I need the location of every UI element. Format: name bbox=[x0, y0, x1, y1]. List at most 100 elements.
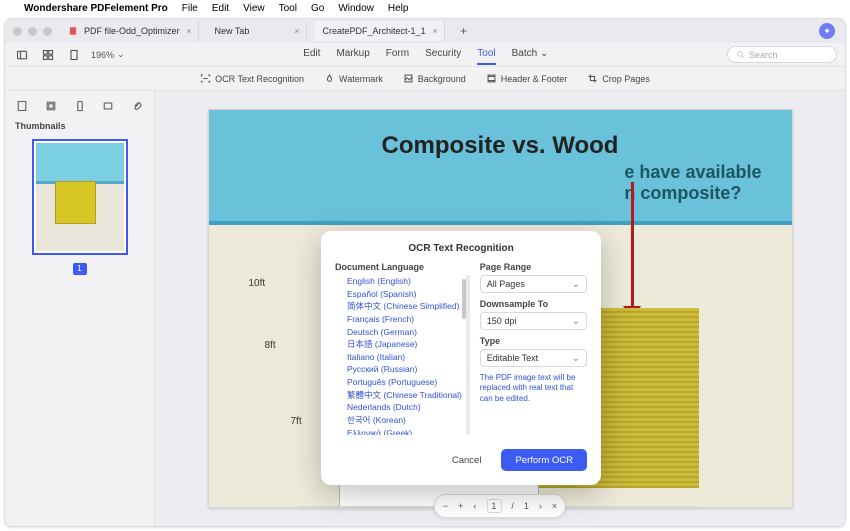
ocr-button[interactable]: OCR Text Recognition bbox=[200, 73, 304, 84]
lang-option[interactable]: Deutsch (German) bbox=[335, 326, 462, 339]
search-icon bbox=[736, 50, 745, 59]
tab-document-1[interactable]: PDF file-Odd_Optimizer × bbox=[60, 21, 199, 41]
zoom-level[interactable]: 196% ⌄ bbox=[91, 49, 125, 60]
thumbnails-panel-icon[interactable] bbox=[15, 99, 29, 113]
zoom-in-button[interactable]: + bbox=[458, 501, 463, 511]
cancel-button[interactable]: Cancel bbox=[440, 449, 494, 471]
grid-view-icon[interactable] bbox=[39, 46, 57, 64]
language-list[interactable]: English (English) Español (Spanish) 简体中文… bbox=[335, 275, 470, 435]
page-title: Composite vs. Wood bbox=[209, 110, 792, 160]
dimension-8ft: 8ft bbox=[265, 340, 276, 351]
ocr-dialog: OCR Text Recognition Document Language E… bbox=[321, 231, 601, 485]
background-icon bbox=[403, 73, 414, 84]
bookmarks-panel-icon[interactable] bbox=[44, 99, 58, 113]
header-footer-label: Header & Footer bbox=[501, 74, 568, 84]
page-range-select[interactable]: All Pages bbox=[480, 275, 587, 293]
lang-option[interactable]: 한국어 (Korean) bbox=[335, 414, 462, 427]
current-page-input[interactable]: 1 bbox=[486, 499, 501, 513]
window-controls[interactable] bbox=[13, 27, 52, 36]
page-navigator: − + ‹ 1 / 1 › × bbox=[434, 494, 566, 518]
watermark-button[interactable]: Watermark bbox=[324, 73, 383, 84]
menu-tabs: Edit Markup Form Security Tool Batch ⌄ bbox=[303, 44, 548, 65]
app-name: Wondershare PDFelement Pro bbox=[24, 3, 168, 14]
zoom-out-button[interactable]: − bbox=[443, 501, 448, 511]
downsample-select[interactable]: 150 dpi bbox=[480, 312, 587, 330]
perform-ocr-button[interactable]: Perform OCR bbox=[501, 449, 587, 471]
page-layout-icon[interactable] bbox=[65, 46, 83, 64]
app-window: PDF file-Odd_Optimizer × New Tab × Creat… bbox=[4, 18, 846, 527]
search-input[interactable]: Search bbox=[727, 46, 837, 63]
type-hint: The PDF image text will be replaced with… bbox=[480, 373, 587, 404]
type-value: Editable Text bbox=[487, 353, 538, 363]
close-tab-icon[interactable]: × bbox=[432, 26, 437, 36]
menu-tool[interactable]: Tool bbox=[279, 3, 297, 14]
header-footer-icon bbox=[486, 73, 497, 84]
lang-option[interactable]: 简体中文 (Chinese Simplified) bbox=[335, 300, 462, 313]
tool-subtoolbar: OCR Text Recognition Watermark Backgroun… bbox=[5, 67, 845, 91]
menu-go[interactable]: Go bbox=[311, 3, 324, 14]
page-subtitle: e have availablen composite? bbox=[624, 162, 761, 204]
menu-help[interactable]: Help bbox=[388, 3, 409, 14]
type-label: Type bbox=[480, 336, 587, 346]
lang-option[interactable]: Português (Portuguese) bbox=[335, 376, 462, 389]
close-nav-button[interactable]: × bbox=[552, 501, 557, 511]
lang-option[interactable]: Русский (Russian) bbox=[335, 363, 462, 376]
lang-option[interactable]: Nederlands (Dutch) bbox=[335, 401, 462, 414]
user-avatar[interactable]: ✦ bbox=[819, 23, 835, 39]
close-tab-icon[interactable]: × bbox=[294, 26, 299, 36]
lang-option[interactable]: Ελληνικά (Greek) bbox=[335, 427, 462, 436]
tab-label: New Tab bbox=[215, 26, 250, 36]
page-range-label: Page Range bbox=[480, 262, 587, 272]
menutab-batch[interactable]: Batch ⌄ bbox=[512, 44, 549, 65]
lang-option[interactable]: Italiano (Italian) bbox=[335, 351, 462, 364]
mobile-panel-icon[interactable] bbox=[73, 99, 87, 113]
type-select[interactable]: Editable Text bbox=[480, 349, 587, 367]
lang-option[interactable]: Español (Spanish) bbox=[335, 288, 462, 301]
page-thumbnail[interactable] bbox=[32, 139, 128, 255]
menu-window[interactable]: Window bbox=[338, 3, 374, 14]
menutab-security[interactable]: Security bbox=[425, 44, 461, 65]
downsample-label: Downsample To bbox=[480, 299, 587, 309]
tab-new[interactable]: New Tab × bbox=[207, 21, 307, 41]
next-page-button[interactable]: › bbox=[539, 501, 542, 511]
search-placeholder: Search bbox=[749, 50, 778, 60]
menu-edit[interactable]: Edit bbox=[212, 3, 229, 14]
downsample-value: 150 dpi bbox=[487, 316, 517, 326]
watermark-icon bbox=[324, 73, 335, 84]
main-area: Thumbnails 1 Composite vs. Wood e have a… bbox=[5, 91, 845, 526]
menutab-tool[interactable]: Tool bbox=[477, 44, 495, 65]
total-pages: 1 bbox=[524, 501, 529, 511]
lang-option[interactable]: 繁體中文 (Chinese Traditional) bbox=[335, 389, 462, 402]
titlebar: PDF file-Odd_Optimizer × New Tab × Creat… bbox=[5, 19, 845, 43]
language-label: Document Language bbox=[335, 262, 470, 272]
lang-option[interactable]: Français (French) bbox=[335, 313, 462, 326]
menutab-batch-label: Batch bbox=[512, 44, 538, 63]
background-button[interactable]: Background bbox=[403, 73, 466, 84]
attachments-panel-icon[interactable] bbox=[130, 99, 144, 113]
crop-button[interactable]: Crop Pages bbox=[587, 73, 650, 84]
ocr-icon bbox=[200, 73, 211, 84]
tab-document-2[interactable]: CreatePDF_Architect-1_1 × bbox=[315, 21, 445, 41]
sidebar-title: Thumbnails bbox=[15, 121, 144, 131]
lang-option[interactable]: 日本語 (Japanese) bbox=[335, 338, 462, 351]
comments-panel-icon[interactable] bbox=[101, 99, 115, 113]
menu-view[interactable]: View bbox=[243, 3, 265, 14]
sidebar-tool-icons bbox=[15, 97, 144, 115]
menutab-edit[interactable]: Edit bbox=[303, 44, 320, 65]
thumbnail-page-badge: 1 bbox=[73, 263, 87, 275]
tab-label: CreatePDF_Architect-1_1 bbox=[323, 26, 426, 36]
add-tab-button[interactable]: + bbox=[453, 21, 475, 41]
page-sep: / bbox=[511, 501, 514, 511]
header-footer-button[interactable]: Header & Footer bbox=[486, 73, 568, 84]
primary-toolbar: 196% ⌄ Edit Markup Form Security Tool Ba… bbox=[5, 43, 845, 67]
dimension-10ft: 10ft bbox=[249, 278, 266, 289]
menutab-markup[interactable]: Markup bbox=[336, 44, 369, 65]
lang-option[interactable]: English (English) bbox=[335, 275, 462, 288]
prev-page-button[interactable]: ‹ bbox=[473, 501, 476, 511]
menutab-form[interactable]: Form bbox=[386, 44, 409, 65]
close-tab-icon[interactable]: × bbox=[186, 26, 191, 36]
sidebar: Thumbnails 1 bbox=[5, 91, 155, 526]
ocr-label: OCR Text Recognition bbox=[215, 74, 304, 84]
menu-file[interactable]: File bbox=[182, 3, 198, 14]
sidebar-toggle-icon[interactable] bbox=[13, 46, 31, 64]
